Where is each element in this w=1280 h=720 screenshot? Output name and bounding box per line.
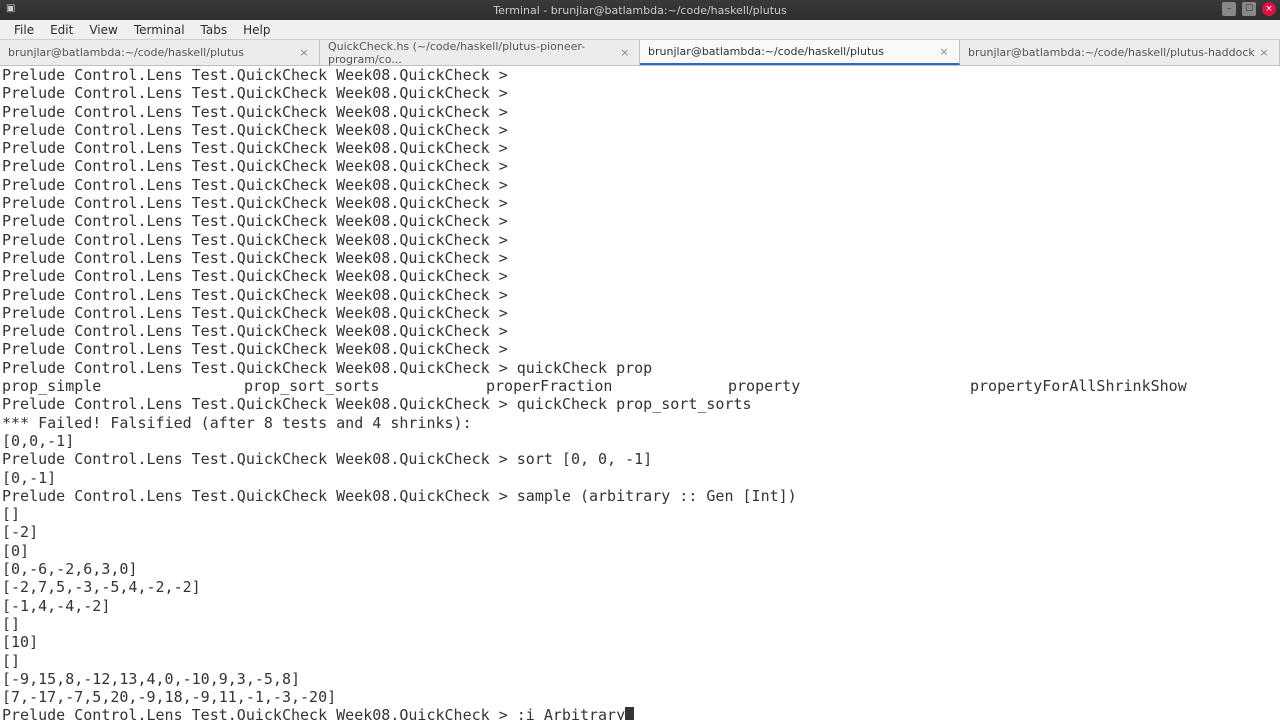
menu-file[interactable]: File (6, 21, 42, 39)
tab-label: brunjlar@batlambda:~/code/haskell/plutus (648, 45, 884, 58)
terminal-line: [0,-6,-2,6,3,0] (2, 560, 1278, 578)
terminal-line: *** Failed! Falsified (after 8 tests and… (2, 414, 1278, 432)
terminal-line: Prelude Control.Lens Test.QuickCheck Wee… (2, 267, 1278, 285)
terminal-line: Prelude Control.Lens Test.QuickCheck Wee… (2, 84, 1278, 102)
completion-item: property (728, 377, 970, 395)
terminal-line: [-9,15,8,-12,13,4,0,-10,9,3,-5,8] (2, 670, 1278, 688)
terminal-line: Prelude Control.Lens Test.QuickCheck Wee… (2, 322, 1278, 340)
close-icon[interactable]: × (937, 45, 951, 59)
minimize-button[interactable]: – (1222, 2, 1236, 16)
close-icon[interactable]: × (619, 46, 631, 60)
window-title: Terminal - brunjlar@batlambda:~/code/has… (493, 4, 786, 17)
menu-view[interactable]: View (81, 21, 125, 39)
terminal-line: Prelude Control.Lens Test.QuickCheck Wee… (2, 450, 1278, 468)
tab-label: brunjlar@batlambda:~/code/haskell/plutus (8, 46, 244, 59)
terminal-line: Prelude Control.Lens Test.QuickCheck Wee… (2, 157, 1278, 175)
terminal-line: [-1,4,-4,-2] (2, 597, 1278, 615)
window-titlebar: ▣ Terminal - brunjlar@batlambda:~/code/h… (0, 0, 1280, 20)
close-icon[interactable]: × (297, 46, 311, 60)
menu-terminal[interactable]: Terminal (126, 21, 193, 39)
completion-item: prop_sort_sorts (244, 377, 486, 395)
terminal-line: Prelude Control.Lens Test.QuickCheck Wee… (2, 121, 1278, 139)
terminal-line: Prelude Control.Lens Test.QuickCheck Wee… (2, 249, 1278, 267)
completion-item: prop_simple (2, 377, 244, 395)
terminal-line: [-2] (2, 523, 1278, 541)
terminal-line: Prelude Control.Lens Test.QuickCheck Wee… (2, 487, 1278, 505)
window-controls: – ☐ × (1222, 2, 1276, 16)
terminal-line: [7,-17,-7,5,20,-9,18,-9,11,-1,-3,-20] (2, 688, 1278, 706)
terminal-line: Prelude Control.Lens Test.QuickCheck Wee… (2, 176, 1278, 194)
tab-label: QuickCheck.hs (~/code/haskell/plutus-pio… (328, 40, 619, 66)
tab-label: brunjlar@batlambda:~/code/haskell/plutus… (968, 46, 1255, 59)
terminal-line: [0] (2, 542, 1278, 560)
menu-edit[interactable]: Edit (42, 21, 81, 39)
terminal-line: Prelude Control.Lens Test.QuickCheck Wee… (2, 139, 1278, 157)
terminal-tab[interactable]: brunjlar@batlambda:~/code/haskell/plutus… (0, 40, 320, 65)
tab-bar: brunjlar@batlambda:~/code/haskell/plutus… (0, 40, 1280, 66)
menubar: File Edit View Terminal Tabs Help (0, 20, 1280, 40)
terminal-tab[interactable]: brunjlar@batlambda:~/code/haskell/plutus… (960, 40, 1280, 65)
terminal-output[interactable]: Prelude Control.Lens Test.QuickCheck Wee… (0, 66, 1280, 720)
terminal-line: Prelude Control.Lens Test.QuickCheck Wee… (2, 395, 1278, 413)
terminal-tab[interactable]: brunjlar@batlambda:~/code/haskell/plutus… (640, 40, 960, 65)
terminal-line: Prelude Control.Lens Test.QuickCheck Wee… (2, 103, 1278, 121)
close-button[interactable]: × (1262, 2, 1276, 16)
maximize-button[interactable]: ☐ (1242, 2, 1256, 16)
terminal-line: Prelude Control.Lens Test.QuickCheck Wee… (2, 194, 1278, 212)
terminal-line: Prelude Control.Lens Test.QuickCheck Wee… (2, 212, 1278, 230)
completion-item: propertyForAllShrinkShow (970, 377, 1230, 395)
terminal-app-icon: ▣ (6, 3, 20, 17)
terminal-line: [0,-1] (2, 469, 1278, 487)
terminal-line: Prelude Control.Lens Test.QuickCheck Wee… (2, 340, 1278, 358)
terminal-line: [] (2, 615, 1278, 633)
terminal-line: Prelude Control.Lens Test.QuickCheck Wee… (2, 304, 1278, 322)
terminal-line: Prelude Control.Lens Test.QuickCheck Wee… (2, 359, 1278, 377)
terminal-current-line[interactable]: Prelude Control.Lens Test.QuickCheck Wee… (2, 706, 1278, 720)
completion-item: properFraction (486, 377, 728, 395)
terminal-line: Prelude Control.Lens Test.QuickCheck Wee… (2, 231, 1278, 249)
terminal-line: [-2,7,5,-3,-5,4,-2,-2] (2, 578, 1278, 596)
close-icon[interactable]: × (1257, 46, 1271, 60)
completion-row: prop_simpleprop_sort_sortsproperFraction… (2, 377, 1278, 395)
menu-help[interactable]: Help (235, 21, 278, 39)
menu-tabs[interactable]: Tabs (193, 21, 236, 39)
terminal-line: [10] (2, 633, 1278, 651)
terminal-tab[interactable]: QuickCheck.hs (~/code/haskell/plutus-pio… (320, 40, 640, 65)
terminal-line: Prelude Control.Lens Test.QuickCheck Wee… (2, 286, 1278, 304)
cursor-block (625, 707, 634, 720)
terminal-line: [0,0,-1] (2, 432, 1278, 450)
terminal-line: Prelude Control.Lens Test.QuickCheck Wee… (2, 66, 1278, 84)
terminal-line: [] (2, 652, 1278, 670)
terminal-line: [] (2, 505, 1278, 523)
